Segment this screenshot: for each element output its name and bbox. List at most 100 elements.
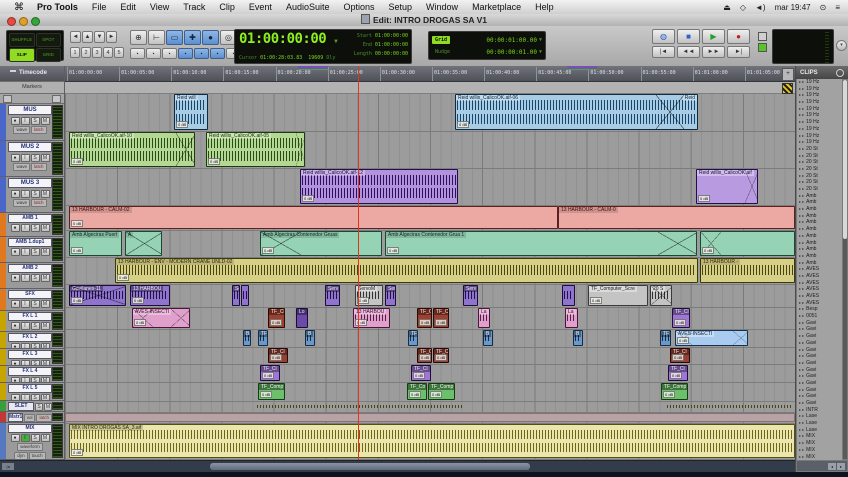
- record-enable-button[interactable]: ●: [11, 224, 20, 232]
- record-enable-button[interactable]: ●: [11, 300, 20, 308]
- input-monitor-button[interactable]: I: [21, 274, 30, 282]
- record-enable-button[interactable]: ●: [11, 274, 20, 282]
- mode-grid[interactable]: GRID: [36, 48, 62, 62]
- solo-button[interactable]: S: [31, 300, 40, 308]
- zoom-preset-3[interactable]: 3: [92, 47, 102, 58]
- clip-list-item[interactable]: ▸ ▸Gavi: [797, 333, 842, 340]
- track-view-selector[interactable]: wave: [13, 163, 30, 171]
- clip-list-item[interactable]: ▸ ▸MIX: [797, 454, 842, 461]
- record-enable-button[interactable]: ●: [11, 322, 20, 330]
- tool-option-2[interactable]: ▪: [162, 48, 177, 59]
- clip-list-item[interactable]: ▸ ▸Gavi: [797, 347, 842, 354]
- menu-item-track[interactable]: Track: [176, 0, 212, 14]
- clips-hscrollbar[interactable]: ◂▸: [797, 461, 847, 471]
- ruler-name-timecode[interactable]: Timecode: [0, 66, 64, 82]
- smart-tool[interactable]: ●: [202, 30, 219, 45]
- audio-clip[interactable]: [241, 285, 249, 306]
- track-name[interactable]: AMB 1.dup1: [8, 238, 52, 247]
- trim-tool[interactable]: ⊢: [148, 30, 165, 45]
- apple-menu-icon[interactable]: ⌘: [8, 2, 30, 13]
- mute-button[interactable]: M: [41, 394, 50, 401]
- clip-list-item[interactable]: ▸ ▸Gavi: [797, 326, 842, 333]
- record-enable-button[interactable]: ●: [11, 154, 20, 162]
- tool-option-1[interactable]: ▪: [146, 48, 161, 59]
- clip-list-item[interactable]: ▸ ▸19 Hz: [797, 106, 842, 113]
- solo-button[interactable]: S: [31, 224, 40, 232]
- track-view-selector[interactable]: wave: [13, 126, 30, 134]
- solo-button[interactable]: S: [31, 322, 40, 330]
- audio-clip[interactable]: 13 HARBOUR - CALM-0: [558, 206, 795, 229]
- track-name[interactable]: MUS 2: [8, 142, 52, 152]
- mode-spot[interactable]: SPOT: [36, 33, 62, 47]
- volume-view-chip[interactable]: vol: [24, 414, 36, 422]
- solo-button[interactable]: S: [31, 117, 40, 125]
- audio-clip[interactable]: Reid willis_CalicoOK.aif0 dB: [696, 169, 758, 204]
- clip-list-item[interactable]: ▸ ▸Gavi: [797, 387, 842, 394]
- mode-shuffle[interactable]: SHUFFLE: [9, 33, 35, 47]
- mode-slip[interactable]: SLIP: [9, 48, 35, 62]
- audio-clip[interactable]: Reid will0 dB: [174, 94, 208, 130]
- scroll-right-icon[interactable]: ▸: [837, 463, 845, 470]
- audio-clip[interactable]: A: [125, 231, 162, 256]
- input-monitor-button[interactable]: I: [21, 322, 30, 330]
- mute-button[interactable]: M: [44, 403, 52, 411]
- fast-forward-button[interactable]: ►►: [702, 46, 725, 58]
- clip-list-item[interactable]: ▸ ▸AVES: [797, 286, 842, 293]
- audio-clip[interactable]: Reid willis_CalicoOK.aif-06Reid0 dB: [455, 94, 698, 130]
- track-name[interactable]: MUS: [8, 105, 52, 115]
- audio-clip[interactable]: Reid willis_CalicoOK.aif-100 dB: [69, 132, 195, 167]
- clip-list-item[interactable]: ▸ ▸AVES: [797, 266, 842, 273]
- clip-list-item[interactable]: ▸ ▸Amb: [797, 253, 842, 260]
- track-name[interactable]: FX L 5: [8, 384, 52, 393]
- clip-list-item[interactable]: ▸ ▸19 Hz: [797, 79, 842, 86]
- audio-clip[interactable]: Serv: [325, 285, 340, 306]
- clips-scrollbar-thumb[interactable]: [843, 80, 847, 239]
- track-name[interactable]: SLET: [8, 402, 34, 411]
- clip-list-item[interactable]: ▸ ▸19 Hz: [797, 86, 842, 93]
- audio-clip[interactable]: TF_Comp0 dB: [258, 383, 285, 400]
- clip-list-item[interactable]: ▸ ▸Amb: [797, 233, 842, 240]
- audio-clip[interactable]: 13 HARBOUR - CALM-020 dB: [69, 206, 558, 229]
- input-monitor-button[interactable]: I: [21, 434, 30, 442]
- toolbar-menu-button[interactable]: ▾: [836, 40, 847, 51]
- main-counter[interactable]: 01:00:00:00 ▼: [239, 31, 337, 47]
- clip-list-item[interactable]: ▸ ▸AVES: [797, 273, 842, 280]
- audio-clip[interactable]: Reid willis_CalicoOK.aif-050 dB: [206, 132, 305, 167]
- clip-list-item[interactable]: ▸ ▸19 Hz: [797, 92, 842, 99]
- memory-location-marker[interactable]: [567, 66, 597, 70]
- audio-clip[interactable]: TF_Cl0 dB: [268, 348, 288, 363]
- menu-item-pro-tools[interactable]: Pro Tools: [30, 0, 85, 14]
- search-icon[interactable]: ⊙: [820, 3, 827, 12]
- zoomer-tool[interactable]: ⊕: [130, 30, 147, 45]
- clip-list-item[interactable]: ▸ ▸20 St: [797, 179, 842, 186]
- audio-clip[interactable]: TF: [660, 330, 671, 346]
- clip-list-item[interactable]: ▸ ▸20 St: [797, 186, 842, 193]
- track-view-selector[interactable]: waveform: [17, 443, 43, 451]
- audio-clip[interactable]: TF_C0 dB: [417, 308, 432, 328]
- airplay-icon[interactable]: ◇: [740, 3, 746, 12]
- clip-list-item[interactable]: ▸ ▸Gavi: [797, 360, 842, 367]
- audio-clip[interactable]: Ser: [385, 285, 396, 306]
- audio-clip[interactable]: TF_Cl0 dB: [260, 365, 280, 381]
- horizontal-scrollbar[interactable]: |◂: [0, 460, 795, 472]
- eject-icon[interactable]: ⏏: [723, 3, 731, 12]
- zoom-preset-2[interactable]: 2: [81, 47, 91, 58]
- input-monitor-button[interactable]: I: [21, 117, 30, 125]
- input-monitor-button[interactable]: I: [21, 154, 30, 162]
- clip-list-item[interactable]: ▸ ▸Amb: [797, 219, 842, 226]
- clip-list-item[interactable]: ▸ ▸Amb: [797, 260, 842, 267]
- audio-clip[interactable]: [255, 402, 465, 411]
- clip-list-item[interactable]: ▸ ▸AVES: [797, 293, 842, 300]
- clip-list-item[interactable]: ▸ ▸Amb: [797, 213, 842, 220]
- audio-clip[interactable]: 13 HARBOU0 dB: [130, 285, 170, 306]
- record-enable-button[interactable]: ●: [11, 190, 20, 198]
- clip-list-item[interactable]: ▸ ▸Gavi: [797, 393, 842, 400]
- audio-clip[interactable]: TF_Comp0 dB: [428, 383, 455, 400]
- clip-list-item[interactable]: ▸ ▸20 St: [797, 146, 842, 153]
- playhead-cursor[interactable]: [358, 66, 359, 460]
- mute-button[interactable]: M: [41, 117, 50, 125]
- menu-item-view[interactable]: View: [143, 0, 176, 14]
- record-enable-button[interactable]: ●: [11, 434, 20, 442]
- automation-mode-selector[interactable]: latch: [31, 163, 47, 171]
- menu-item-options[interactable]: Options: [336, 0, 381, 14]
